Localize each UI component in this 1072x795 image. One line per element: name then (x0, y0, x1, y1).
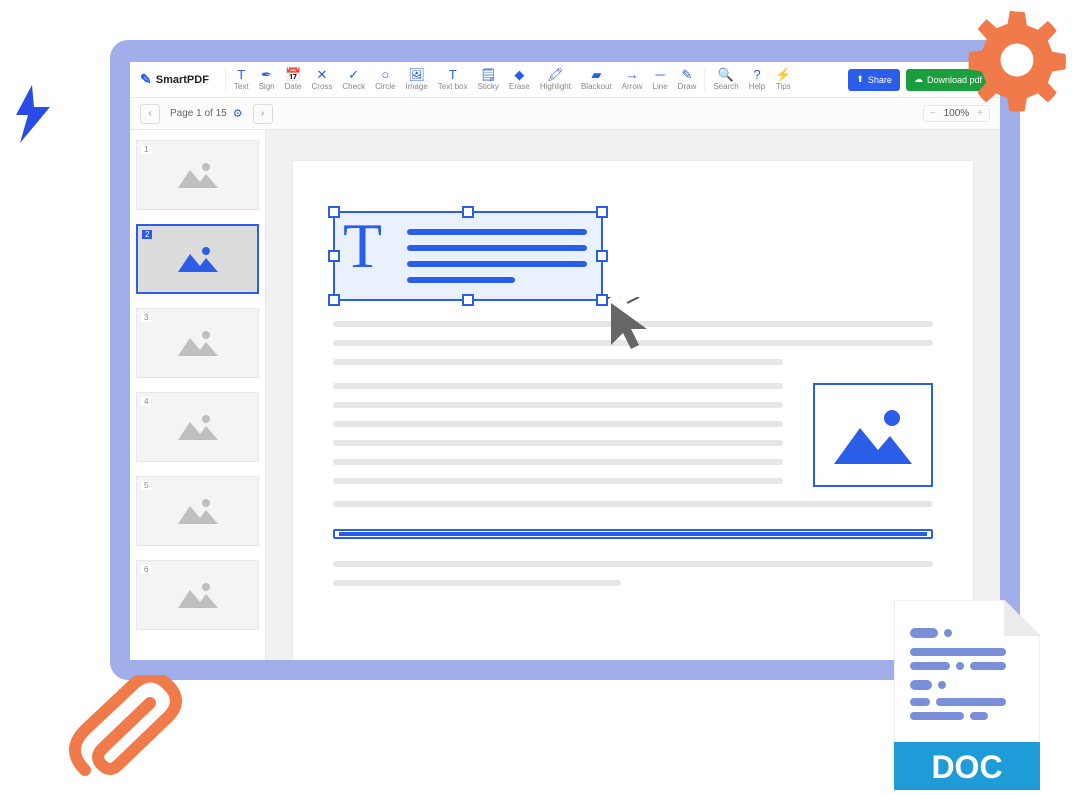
highlight-icon: 🖍 (547, 68, 564, 81)
paragraph-placeholder (333, 501, 933, 507)
tool-cross[interactable]: ✕Cross (310, 68, 335, 91)
blackout-icon: ▰ (591, 68, 601, 81)
doc-label: DOC (931, 749, 1002, 785)
text-t-icon: T (237, 68, 245, 81)
tool-help[interactable]: ?Help (747, 68, 767, 91)
page-thumbnail[interactable]: 4 (136, 392, 259, 462)
cloud-download-icon: ☁ (914, 74, 923, 85)
search-icon: 🔍 (718, 68, 734, 81)
sub-toolbar: ‹ Page 1 of 15 ⚙ › − 100% + (130, 98, 1000, 130)
page-thumbnail[interactable]: 5 (136, 476, 259, 546)
thumb-placeholder-icon (176, 242, 220, 276)
page-thumbnail[interactable]: 2 (136, 224, 259, 294)
device-frame: ✎ SmartPDF TText ✒Sign 📅Date ✕Cross ✓Che… (110, 40, 1020, 680)
app-logo: ✎ SmartPDF (140, 71, 209, 88)
app-name: SmartPDF (156, 74, 209, 86)
calendar-icon: 📅 (285, 68, 301, 81)
cross-icon: ✕ (317, 68, 328, 81)
tool-sign[interactable]: ✒Sign (257, 68, 277, 91)
tool-tips[interactable]: ⚡Tips (773, 68, 793, 91)
image-placeholder-icon (828, 400, 918, 470)
selected-line-block[interactable] (333, 529, 933, 539)
tool-highlight[interactable]: 🖍Highlight (538, 68, 573, 91)
tool-textbox[interactable]: TText box (436, 68, 470, 91)
paragraph-placeholder (333, 383, 783, 487)
doc-file-decor: DOC (894, 600, 1040, 795)
check-icon: ✓ (348, 68, 359, 81)
prev-page-button[interactable]: ‹ (140, 104, 160, 124)
paperclip-decor-icon (60, 675, 210, 795)
tool-date[interactable]: 📅Date (283, 68, 304, 91)
image-frame[interactable] (813, 383, 933, 487)
resize-handle[interactable] (462, 206, 474, 218)
thumb-placeholder-icon (176, 578, 220, 612)
cursor-icon (605, 297, 655, 357)
app-logo-icon: ✎ (140, 71, 152, 88)
tool-circle[interactable]: ○Circle (373, 68, 397, 91)
thumb-placeholder-icon (176, 494, 220, 528)
tool-arrow[interactable]: →Arrow (620, 68, 645, 91)
toolbar-divider (704, 69, 705, 91)
chevron-right-icon: › (261, 108, 264, 119)
gear-decor-icon (962, 5, 1072, 115)
thumbnail-sidebar[interactable]: 1 2 3 4 5 6 (130, 130, 266, 660)
resize-handle[interactable] (596, 206, 608, 218)
sign-icon: ✒ (261, 68, 272, 81)
page-thumbnail[interactable]: 1 (136, 140, 259, 210)
resize-handle[interactable] (462, 294, 474, 306)
main-toolbar: ✎ SmartPDF TText ✒Sign 📅Date ✕Cross ✓Che… (130, 62, 1000, 98)
thumb-placeholder-icon (176, 158, 220, 192)
tool-line[interactable]: ─Line (651, 68, 670, 91)
thumb-placeholder-icon (176, 326, 220, 360)
main-area: 1 2 3 4 5 6 T (130, 130, 1000, 660)
upload-icon: ⬆ (856, 74, 864, 85)
text-lines-placeholder (407, 229, 587, 283)
help-icon: ? (753, 68, 760, 81)
arrow-icon: → (626, 68, 639, 81)
tool-sticky[interactable]: 🗒Sticky (476, 68, 501, 91)
app-screen: ✎ SmartPDF TText ✒Sign 📅Date ✕Cross ✓Che… (130, 62, 1000, 660)
paragraph-placeholder (333, 561, 933, 586)
textbox-t-icon: T (449, 68, 457, 81)
page-indicator: Page 1 of 15 ⚙ (170, 107, 243, 120)
sticky-icon: 🗒 (480, 68, 497, 81)
bolt-decor-icon (10, 85, 52, 143)
tool-check[interactable]: ✓Check (340, 68, 367, 91)
page-thumbnail[interactable]: 6 (136, 560, 259, 630)
tips-icon: ⚡ (775, 68, 791, 81)
toolbar-divider (225, 69, 226, 91)
chevron-left-icon: ‹ (148, 108, 151, 119)
tool-text[interactable]: TText (232, 68, 251, 91)
document-page[interactable]: T (292, 160, 974, 660)
image-icon: 🖼 (408, 68, 425, 81)
text-selection-box[interactable]: T (333, 211, 603, 301)
tool-erase[interactable]: ◆Erase (507, 68, 532, 91)
next-page-button[interactable]: › (253, 104, 273, 124)
drop-cap-icon: T (343, 209, 382, 283)
pencil-icon: ✎ (682, 68, 693, 81)
page-settings-icon[interactable]: ⚙ (233, 107, 243, 120)
page-label: Page 1 of 15 (170, 108, 227, 119)
resize-handle[interactable] (328, 250, 340, 262)
tool-draw[interactable]: ✎Draw (676, 68, 699, 91)
tool-blackout[interactable]: ▰Blackout (579, 68, 614, 91)
tool-image[interactable]: 🖼Image (404, 68, 430, 91)
line-icon: ─ (656, 68, 665, 81)
eraser-icon: ◆ (514, 68, 524, 81)
circle-icon: ○ (381, 68, 389, 81)
page-thumbnail[interactable]: 3 (136, 308, 259, 378)
zoom-out-button[interactable]: − (930, 108, 936, 119)
canvas-area[interactable]: T (266, 130, 1000, 660)
resize-handle[interactable] (596, 250, 608, 262)
thumb-placeholder-icon (176, 410, 220, 444)
tool-search[interactable]: 🔍Search (711, 68, 740, 91)
resize-handle[interactable] (328, 294, 340, 306)
share-button[interactable]: ⬆Share (848, 69, 900, 91)
resize-handle[interactable] (328, 206, 340, 218)
